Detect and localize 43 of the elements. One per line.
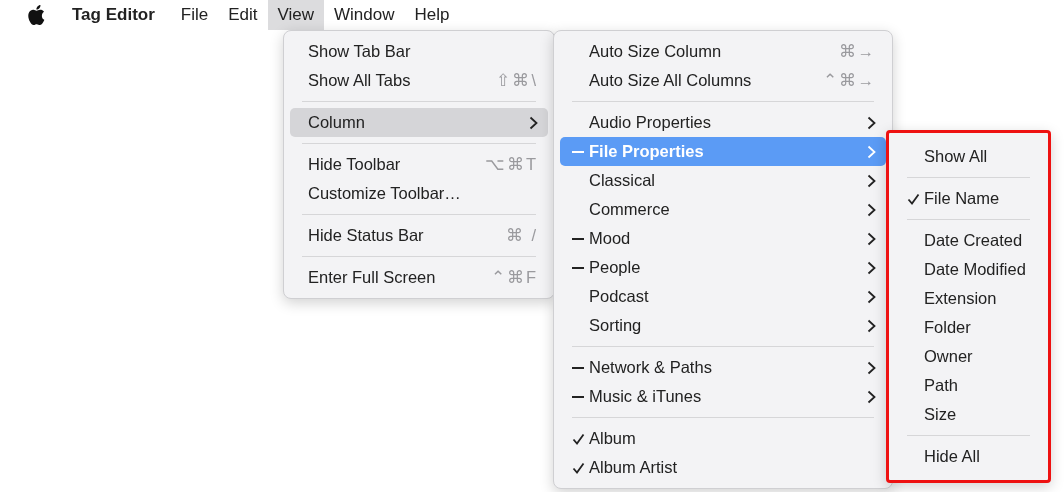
menu-item[interactable]: Album Artist [560,453,886,482]
menu-item[interactable]: Podcast [560,282,886,311]
shortcut-label: ⌘→ [838,41,876,63]
menu-item[interactable]: Hide Toolbar ⌥⌘T [290,150,548,179]
shortcut-label: ⌃⌘→ [822,70,876,92]
shortcut-label: ⌃⌘F [490,267,538,289]
menu-item[interactable]: Show All [895,142,1042,171]
menu-item[interactable]: Album [560,424,886,453]
menu-item[interactable]: Show Tab Bar [290,37,548,66]
menu-item[interactable]: Column [290,108,548,137]
menu-item[interactable]: Auto Size All Columns ⌃⌘→ [560,66,886,95]
shortcut-label: ⇧⌘\ [496,70,538,92]
menu-item[interactable]: Date Modified [895,255,1042,284]
menu-item[interactable]: Auto Size Column ⌘→ [560,37,886,66]
menu-bar-item[interactable]: Window [324,0,405,30]
menu-item[interactable]: Enter Full Screen ⌃⌘F [290,263,548,292]
menu-item[interactable]: Classical [560,166,886,195]
menu-item[interactable]: Music & iTunes [560,382,886,411]
menu-item[interactable]: Mood [560,224,886,253]
apple-logo-icon [26,4,46,26]
menu-item[interactable]: Hide Status Bar ⌘ / [290,221,548,250]
menu-item[interactable]: Owner [895,342,1042,371]
menu-item[interactable]: Path [895,371,1042,400]
menu-item[interactable]: Folder [895,313,1042,342]
menu-item[interactable]: Show All Tabs ⇧⌘\ [290,66,548,95]
menu-item[interactable]: Hide All [895,442,1042,471]
menu-item[interactable]: Size [895,400,1042,429]
menu-item[interactable]: Sorting [560,311,886,340]
shortcut-label: ⌥⌘T [484,154,538,176]
menu-bar-item[interactable]: File [170,0,219,30]
menu-item[interactable]: Network & Paths [560,353,886,382]
shortcut-label: ⌘ / [505,225,538,247]
menu-item[interactable]: Date Created [895,226,1042,255]
menu-item[interactable]: Customize Toolbar… [290,179,548,208]
menu-item[interactable]: People [560,253,886,282]
app-name: Tag Editor [71,4,156,27]
menu-bar-item[interactable]: Help [404,0,460,30]
menu-item[interactable]: Commerce [560,195,886,224]
menu-bar-item[interactable]: Edit [218,0,268,30]
menu-bar-item[interactable]: View [267,0,325,30]
menu-item[interactable]: Audio Properties [560,108,886,137]
menu-item[interactable]: Extension [895,284,1042,313]
menu-item[interactable]: File Name [895,184,1042,213]
